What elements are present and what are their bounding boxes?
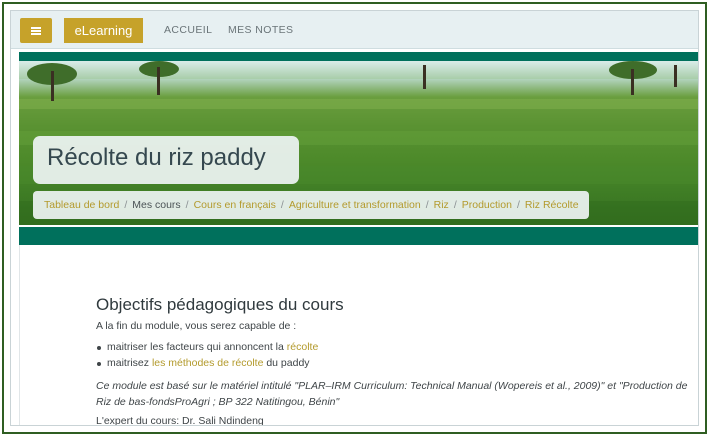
browser-viewport: eLearning ACCUEIL MES NOTES Récolte du r…	[10, 10, 699, 426]
course-summary: Objectifs pédagogiques du cours A la fin…	[19, 245, 698, 426]
list-item: maitrisez les méthodes de récolte du pad…	[96, 357, 318, 369]
breadcrumb-separator: /	[516, 199, 520, 211]
page-title-box: Récolte du riz paddy	[33, 136, 299, 184]
tree-trunk	[631, 69, 634, 95]
goal-text: maitrisez	[107, 357, 152, 369]
goal-text: du paddy	[263, 357, 310, 369]
brand-logo-link[interactable]: eLearning	[64, 18, 143, 43]
breadcrumb-mes-cours: Mes cours	[132, 199, 181, 211]
tree-trunk	[674, 65, 677, 87]
top-navbar: eLearning ACCUEIL MES NOTES	[11, 11, 698, 49]
objectives-list: maitriser les facteurs qui annoncent la …	[96, 341, 318, 373]
goal-text: maitriser les facteurs qui annoncent la	[107, 341, 287, 353]
breadcrumb-riz[interactable]: Riz	[434, 199, 449, 211]
breadcrumb-separator: /	[453, 199, 457, 211]
objectives-heading: Objectifs pédagogiques du cours	[96, 295, 344, 314]
nav-link-accueil[interactable]: ACCUEIL	[164, 24, 212, 36]
breadcrumb: Tableau de bord / Mes cours / Cours en franç…	[33, 191, 589, 219]
header-top-band	[19, 52, 698, 61]
breadcrumb-riz-recolte[interactable]: Riz Récolte	[525, 199, 579, 211]
recolte-link[interactable]: récolte	[287, 341, 319, 353]
tree-trunk	[423, 65, 426, 89]
tree-trunk	[157, 67, 160, 95]
breadcrumb-tableau-de-bord[interactable]: Tableau de bord	[44, 199, 119, 211]
nav-link-mes-notes[interactable]: MES NOTES	[228, 24, 293, 36]
source-note: Ce module est basé sur le matériel intit…	[96, 380, 688, 408]
objectives-intro: A la fin du module, vous serez capable d…	[96, 320, 297, 332]
breadcrumb-cours-en-francais[interactable]: Cours en français	[194, 199, 276, 211]
menu-toggle-button[interactable]	[20, 18, 52, 43]
hamburger-menu-icon	[31, 26, 41, 35]
outer-frame: eLearning ACCUEIL MES NOTES Récolte du r…	[2, 2, 707, 434]
tree-trunk	[51, 71, 54, 101]
page-title: Récolte du riz paddy	[47, 144, 266, 171]
breadcrumb-production[interactable]: Production	[462, 199, 512, 211]
course-expert: L'expert du cours: Dr. Sali Ndindeng	[96, 415, 264, 426]
methodes-recolte-link[interactable]: les méthodes de récolte	[152, 357, 263, 369]
breadcrumb-separator: /	[425, 199, 429, 211]
header-bottom-band	[19, 227, 698, 245]
breadcrumb-separator: /	[280, 199, 284, 211]
list-item: maitriser les facteurs qui annoncent la …	[96, 341, 318, 353]
breadcrumb-separator: /	[124, 199, 128, 211]
breadcrumb-separator: /	[185, 199, 189, 211]
hero-sky	[19, 61, 698, 79]
breadcrumb-agriculture-transformation[interactable]: Agriculture et transformation	[289, 199, 421, 211]
